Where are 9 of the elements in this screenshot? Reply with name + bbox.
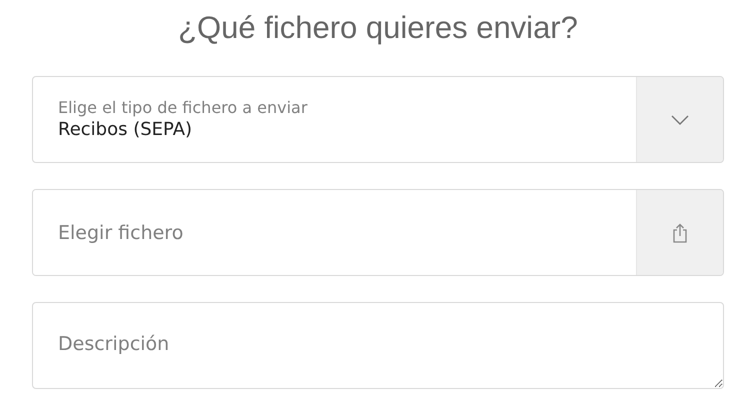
upload-button[interactable] [636, 190, 723, 275]
selected-value: Recibos (SEPA) [58, 118, 194, 142]
field-label: Elige el tipo de fichero a enviar [58, 98, 308, 118]
description-field[interactable]: Descripción [32, 302, 724, 389]
page-heading: ¿Qué fichero quieres enviar? [177, 9, 579, 47]
share-upload-icon [672, 222, 688, 242]
dropdown-button[interactable] [636, 77, 723, 162]
file-type-select[interactable]: Elige el tipo de fichero a enviar Recibos (SEPA) [32, 76, 724, 163]
chevron-down-icon [671, 114, 689, 124]
